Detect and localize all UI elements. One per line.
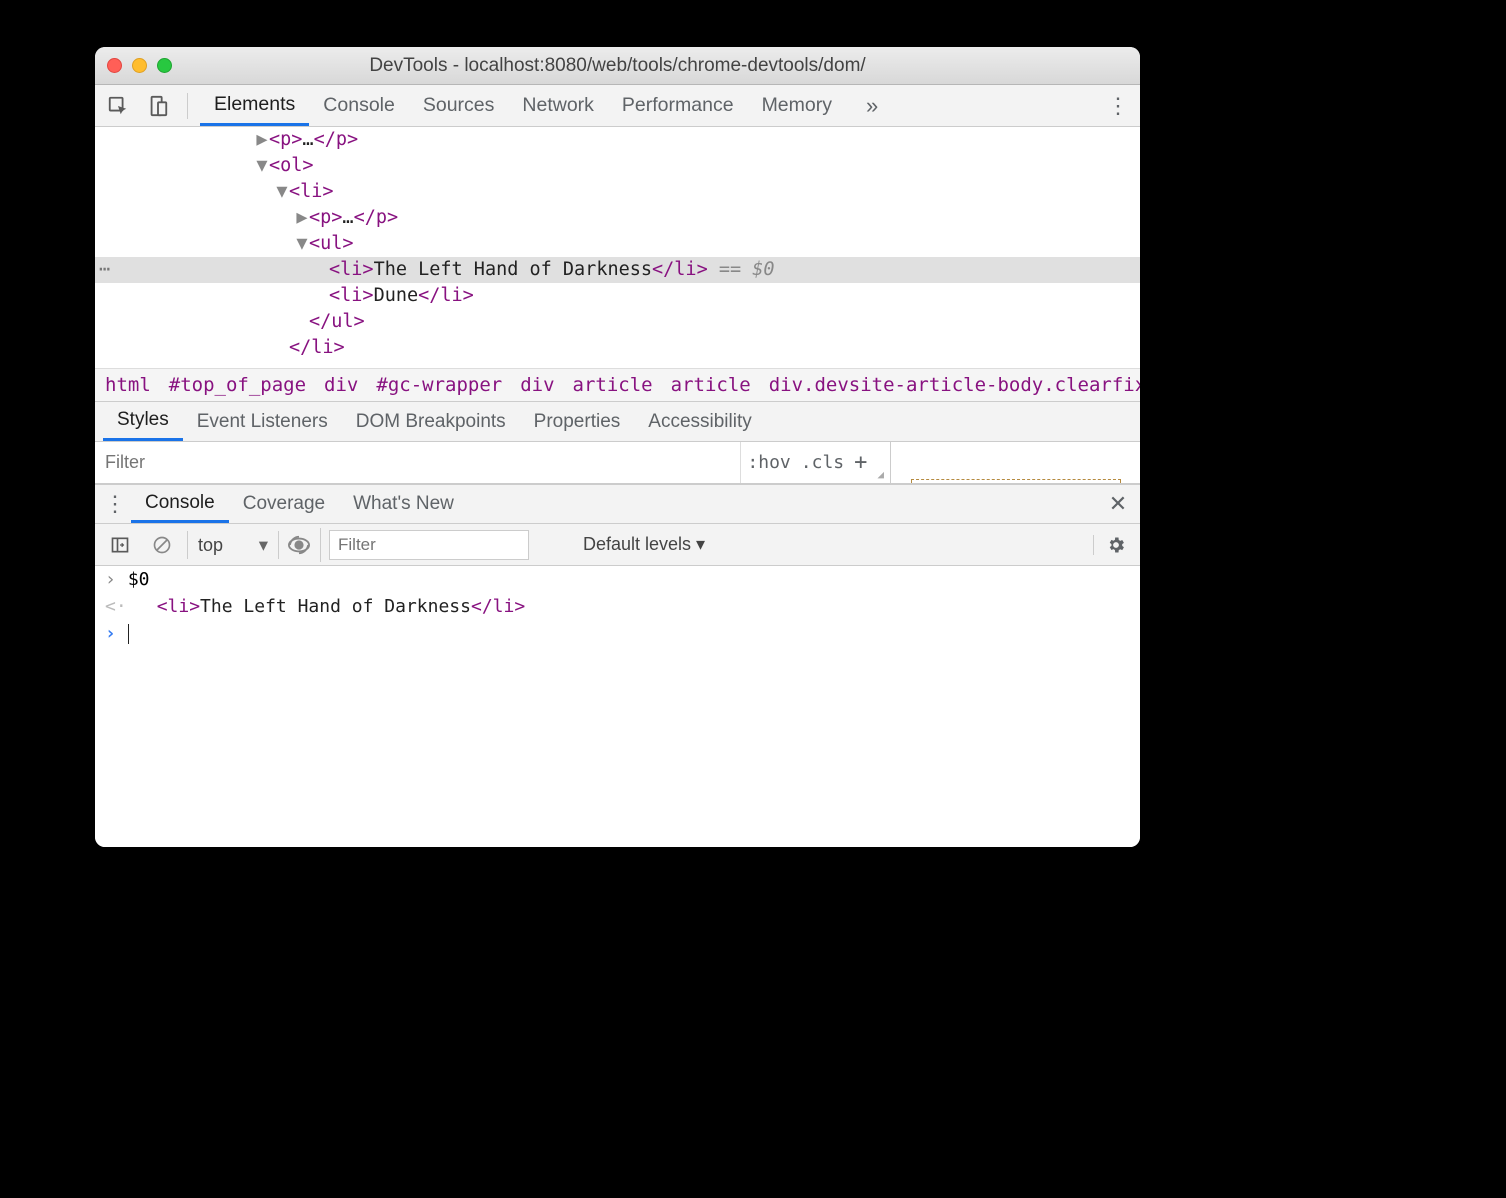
drawer-tab-coverage[interactable]: Coverage [229, 485, 339, 523]
drawer-tab-bar: ⋮ ConsoleCoverageWhat's New ✕ [95, 484, 1140, 524]
breadcrumb-item[interactable]: #top_of_page [169, 374, 306, 396]
inspect-element-icon[interactable] [101, 89, 135, 123]
breadcrumb-item[interactable]: div.devsite-article-body.clearfix [769, 374, 1140, 396]
class-toggle-button[interactable]: .cls [801, 452, 844, 473]
live-expression-icon[interactable] [287, 528, 321, 562]
subtab-dom-breakpoints[interactable]: DOM Breakpoints [342, 402, 520, 441]
elements-dom-tree[interactable]: ▶<p>…</p>▼<ol>▼<li>▶<p>…</p>▼<ul>⋯<li>Th… [95, 127, 1140, 368]
titlebar: DevTools - localhost:8080/web/tools/chro… [95, 47, 1140, 85]
disclosure-triangle-icon[interactable]: ▶ [255, 127, 269, 153]
main-menu-button[interactable]: ⋮ [1102, 93, 1134, 119]
close-drawer-button[interactable]: ✕ [1100, 491, 1136, 517]
breadcrumb-item[interactable]: article [671, 374, 751, 396]
window-controls [107, 58, 172, 73]
disclosure-triangle-icon[interactable]: ▼ [255, 153, 269, 179]
breadcrumb-item[interactable]: html [105, 374, 151, 396]
breadcrumb-item[interactable]: div [520, 374, 554, 396]
zoom-window-button[interactable] [157, 58, 172, 73]
clear-console-icon[interactable] [145, 528, 179, 562]
console-toolbar: top Default levels ▾ [95, 524, 1140, 566]
dom-node[interactable]: </li> [95, 335, 1140, 361]
dom-breadcrumbs: html #top_of_page div #gc-wrapper div article… [95, 368, 1140, 402]
drawer-tab-what-s-new[interactable]: What's New [339, 485, 468, 523]
styles-toolbar: :hov .cls + ◢ [95, 442, 1140, 484]
return-arrow-icon: <· [105, 596, 127, 617]
dom-node[interactable]: ▶<p>…</p> [95, 205, 1140, 231]
minimize-window-button[interactable] [132, 58, 147, 73]
dom-node[interactable]: ▼<li> [95, 179, 1140, 205]
styles-filter-input[interactable] [95, 442, 740, 483]
console-settings-icon[interactable] [1093, 535, 1132, 555]
breadcrumb-item[interactable]: #gc-wrapper [376, 374, 502, 396]
main-tab-bar: ElementsConsoleSourcesNetworkPerformance… [95, 85, 1140, 127]
console-filter-input[interactable] [329, 530, 529, 560]
dom-node[interactable]: </ul> [95, 309, 1140, 335]
disclosure-triangle-icon[interactable]: ▼ [275, 179, 289, 205]
devtools-window: DevTools - localhost:8080/web/tools/chro… [95, 47, 1140, 847]
console-result-value: <li>The Left Hand of Darkness</li> [139, 596, 525, 617]
tab-memory[interactable]: Memory [748, 85, 846, 126]
dom-node[interactable]: <li>Dune</li> [95, 283, 1140, 309]
subtab-accessibility[interactable]: Accessibility [634, 402, 765, 441]
subtab-event-listeners[interactable]: Event Listeners [183, 402, 342, 441]
device-toolbar-icon[interactable] [141, 89, 175, 123]
new-rule-button[interactable]: + [854, 450, 867, 475]
dom-node[interactable]: ▼<ol> [95, 153, 1140, 179]
tab-sources[interactable]: Sources [409, 85, 509, 126]
ellipsis-icon[interactable]: ⋯ [99, 257, 112, 283]
styles-buttons: :hov .cls + ◢ [740, 442, 890, 483]
tab-console[interactable]: Console [309, 85, 409, 126]
overflow-tabs-button[interactable]: » [852, 85, 892, 126]
console-input-echo-line: › $0 [95, 566, 1140, 593]
console-input-text: $0 [128, 569, 150, 590]
drawer-menu-button[interactable]: ⋮ [99, 491, 131, 517]
subtab-properties[interactable]: Properties [520, 402, 635, 441]
drawer-tab-console[interactable]: Console [131, 485, 229, 523]
console-output[interactable]: › $0 <· <li>The Left Hand of Darkness</l… [95, 566, 1140, 847]
dom-node-selected[interactable]: ⋯<li>The Left Hand of Darkness</li> == $… [95, 257, 1140, 283]
expand-icon[interactable]: › [105, 569, 116, 590]
console-sidebar-toggle-icon[interactable] [103, 528, 137, 562]
execution-context-select[interactable]: top [187, 531, 279, 559]
disclosure-triangle-icon[interactable]: ▼ [295, 231, 309, 257]
tab-network[interactable]: Network [508, 85, 608, 126]
subtab-styles[interactable]: Styles [103, 402, 183, 441]
prompt-chevron-icon: › [105, 623, 116, 644]
tab-performance[interactable]: Performance [608, 85, 748, 126]
margin-box-edge [911, 479, 1121, 483]
divider [187, 93, 188, 119]
disclosure-triangle-icon[interactable]: ▶ [295, 205, 309, 231]
console-prompt-line[interactable]: › [95, 620, 1140, 647]
console-result-line: <· <li>The Left Hand of Darkness</li> [95, 593, 1140, 620]
log-levels-select[interactable]: Default levels ▾ [575, 534, 713, 555]
breadcrumb-item[interactable]: div [324, 374, 358, 396]
box-model-preview [890, 442, 1140, 483]
text-cursor [128, 624, 130, 644]
resize-handle-icon[interactable]: ◢ [877, 468, 884, 483]
dom-node[interactable]: ▼<ul> [95, 231, 1140, 257]
window-title: DevTools - localhost:8080/web/tools/chro… [95, 55, 1140, 77]
tab-elements[interactable]: Elements [200, 85, 309, 126]
styles-tab-bar: StylesEvent ListenersDOM BreakpointsProp… [95, 402, 1140, 442]
breadcrumb-item[interactable]: article [573, 374, 653, 396]
close-window-button[interactable] [107, 58, 122, 73]
hover-state-button[interactable]: :hov [747, 452, 790, 473]
dom-node[interactable]: ▶<p>…</p> [95, 127, 1140, 153]
